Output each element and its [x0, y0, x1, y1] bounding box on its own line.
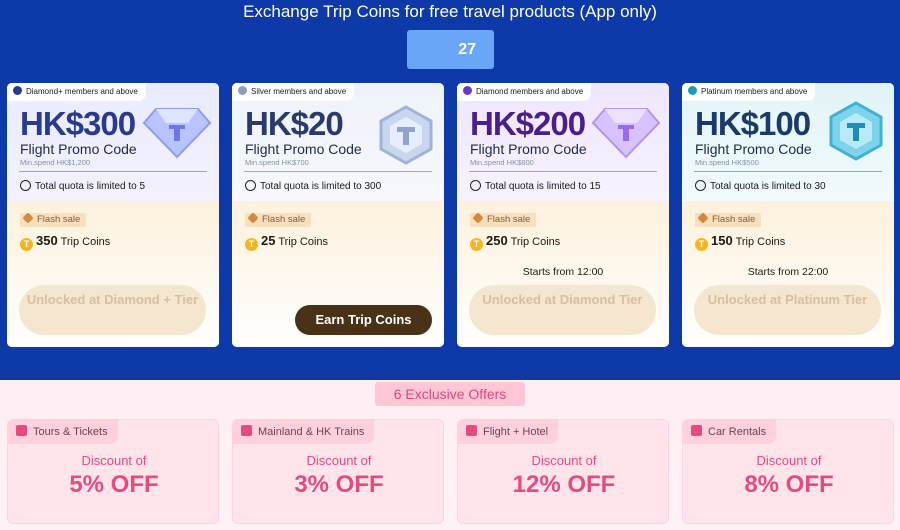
offer-card[interactable]: Flight + Hotel Discount of 12% OFF: [457, 419, 669, 524]
offer-category: Car Rentals: [683, 420, 777, 444]
flight-hotel-icon: [466, 425, 477, 436]
trip-coin-icon: T: [245, 238, 258, 251]
ticket-icon: [16, 425, 27, 436]
reward-card[interactable]: Diamond members and above HK$200 Flight …: [457, 83, 669, 347]
min-spend: Min.spend HK$1,200: [20, 158, 91, 167]
unlock-tier-button[interactable]: Unlocked at Platinum Tier: [694, 285, 881, 335]
flash-sale-badge: Flash sale: [470, 212, 537, 227]
trip-coin-balance: 27: [407, 30, 494, 69]
discount-value: 3% OFF: [294, 471, 384, 498]
trip-coin-icon: T: [470, 238, 483, 251]
divider: [469, 171, 657, 172]
discount-value: 8% OFF: [744, 471, 834, 498]
flash-sale-badge: Flash sale: [20, 212, 87, 227]
divider: [694, 171, 882, 172]
quota-info: Total quota is limited to 5: [20, 180, 145, 192]
product-name: Flight Promo Code: [245, 141, 362, 157]
platinum-hexagon-icon: [829, 101, 883, 161]
quota-info: Total quota is limited to 300: [245, 180, 381, 192]
coin-price: T 350 Trip Coins: [20, 233, 110, 251]
coin-price: T 250 Trip Coins: [470, 233, 560, 251]
tier-badge: Diamond members and above: [457, 83, 592, 101]
reward-card[interactable]: Silver members and above HK$20 Flight Pr…: [232, 83, 444, 347]
offer-card[interactable]: Tours & Tickets Discount of 5% OFF: [7, 419, 219, 524]
min-spend: Min.spend HK$800: [470, 158, 534, 167]
diamond-badge-icon: [13, 86, 22, 95]
reward-card[interactable]: Diamond+ members and above HK$300 Flight…: [7, 83, 219, 347]
discount-amount: HK$20: [245, 105, 344, 142]
clock-icon: [245, 180, 256, 191]
diamond-icon: [142, 108, 212, 159]
divider: [244, 171, 432, 172]
tag-icon: [22, 212, 34, 224]
min-spend: Min.spend HK$700: [245, 158, 309, 167]
diamond-icon: [591, 108, 661, 159]
discount-label: Discount of: [306, 453, 372, 468]
product-name: Flight Promo Code: [20, 141, 137, 157]
offers-title: 6 Exclusive Offers: [375, 382, 525, 406]
offer-category: Mainland & HK Trains: [233, 420, 375, 444]
discount-value: 12% OFF: [512, 471, 616, 498]
discount-amount: HK$100: [695, 105, 811, 142]
diamond-badge-icon: [463, 86, 472, 95]
trip-coin-icon: T: [695, 238, 708, 251]
discount-label: Discount of: [756, 453, 822, 468]
section-divider: [0, 372, 900, 380]
reward-card[interactable]: Platinum members and above HK$100 Flight…: [682, 83, 894, 347]
trip-coin-icon: T: [20, 238, 33, 251]
coin-price: T 150 Trip Coins: [695, 233, 785, 251]
tag-icon: [247, 212, 259, 224]
unlock-tier-button[interactable]: Unlocked at Diamond + Tier: [19, 285, 206, 335]
page-title: Exchange Trip Coins for free travel prod…: [243, 2, 657, 21]
clock-icon: [470, 180, 481, 191]
offer-category: Flight + Hotel: [458, 420, 559, 444]
discount-value: 5% OFF: [69, 471, 159, 498]
discount-amount: HK$300: [20, 105, 136, 142]
clock-icon: [695, 180, 706, 191]
start-time: Starts from 12:00: [522, 266, 604, 278]
earn-trip-coins-button[interactable]: Earn Trip Coins: [295, 305, 432, 335]
product-name: Flight Promo Code: [470, 141, 587, 157]
offer-card[interactable]: Mainland & HK Trains Discount of 3% OFF: [232, 419, 444, 524]
silver-badge-icon: [238, 86, 247, 95]
silver-hexagon-icon: [379, 105, 433, 165]
tag-icon: [472, 212, 484, 224]
platinum-badge-icon: [688, 86, 697, 95]
clock-icon: [20, 180, 31, 191]
coin-price: T 25 Trip Coins: [245, 233, 328, 251]
car-icon: [691, 425, 702, 436]
min-spend: Min.spend HK$500: [695, 158, 759, 167]
offer-category: Tours & Tickets: [8, 420, 118, 444]
product-name: Flight Promo Code: [695, 141, 812, 157]
train-icon: [241, 425, 252, 436]
discount-label: Discount of: [81, 453, 147, 468]
flash-sale-badge: Flash sale: [245, 212, 312, 227]
coin-exchange-section: Exchange Trip Coins for free travel prod…: [0, 0, 900, 372]
tier-badge: Platinum members and above: [682, 83, 816, 101]
quota-info: Total quota is limited to 15: [470, 180, 601, 192]
flash-sale-badge: Flash sale: [695, 212, 762, 227]
tag-icon: [697, 212, 709, 224]
offer-card[interactable]: Car Rentals Discount of 8% OFF: [682, 419, 894, 524]
unlock-tier-button[interactable]: Unlocked at Diamond Tier: [469, 285, 656, 335]
discount-label: Discount of: [531, 453, 597, 468]
discount-amount: HK$200: [470, 105, 586, 142]
divider: [19, 171, 207, 172]
quota-info: Total quota is limited to 30: [695, 180, 826, 192]
exclusive-offers-section: 6 Exclusive Offers Tours & Tickets Disco…: [0, 380, 900, 530]
tier-badge: Diamond+ members and above: [7, 83, 146, 101]
tier-badge: Silver members and above: [232, 83, 355, 101]
start-time: Starts from 22:00: [747, 266, 829, 278]
